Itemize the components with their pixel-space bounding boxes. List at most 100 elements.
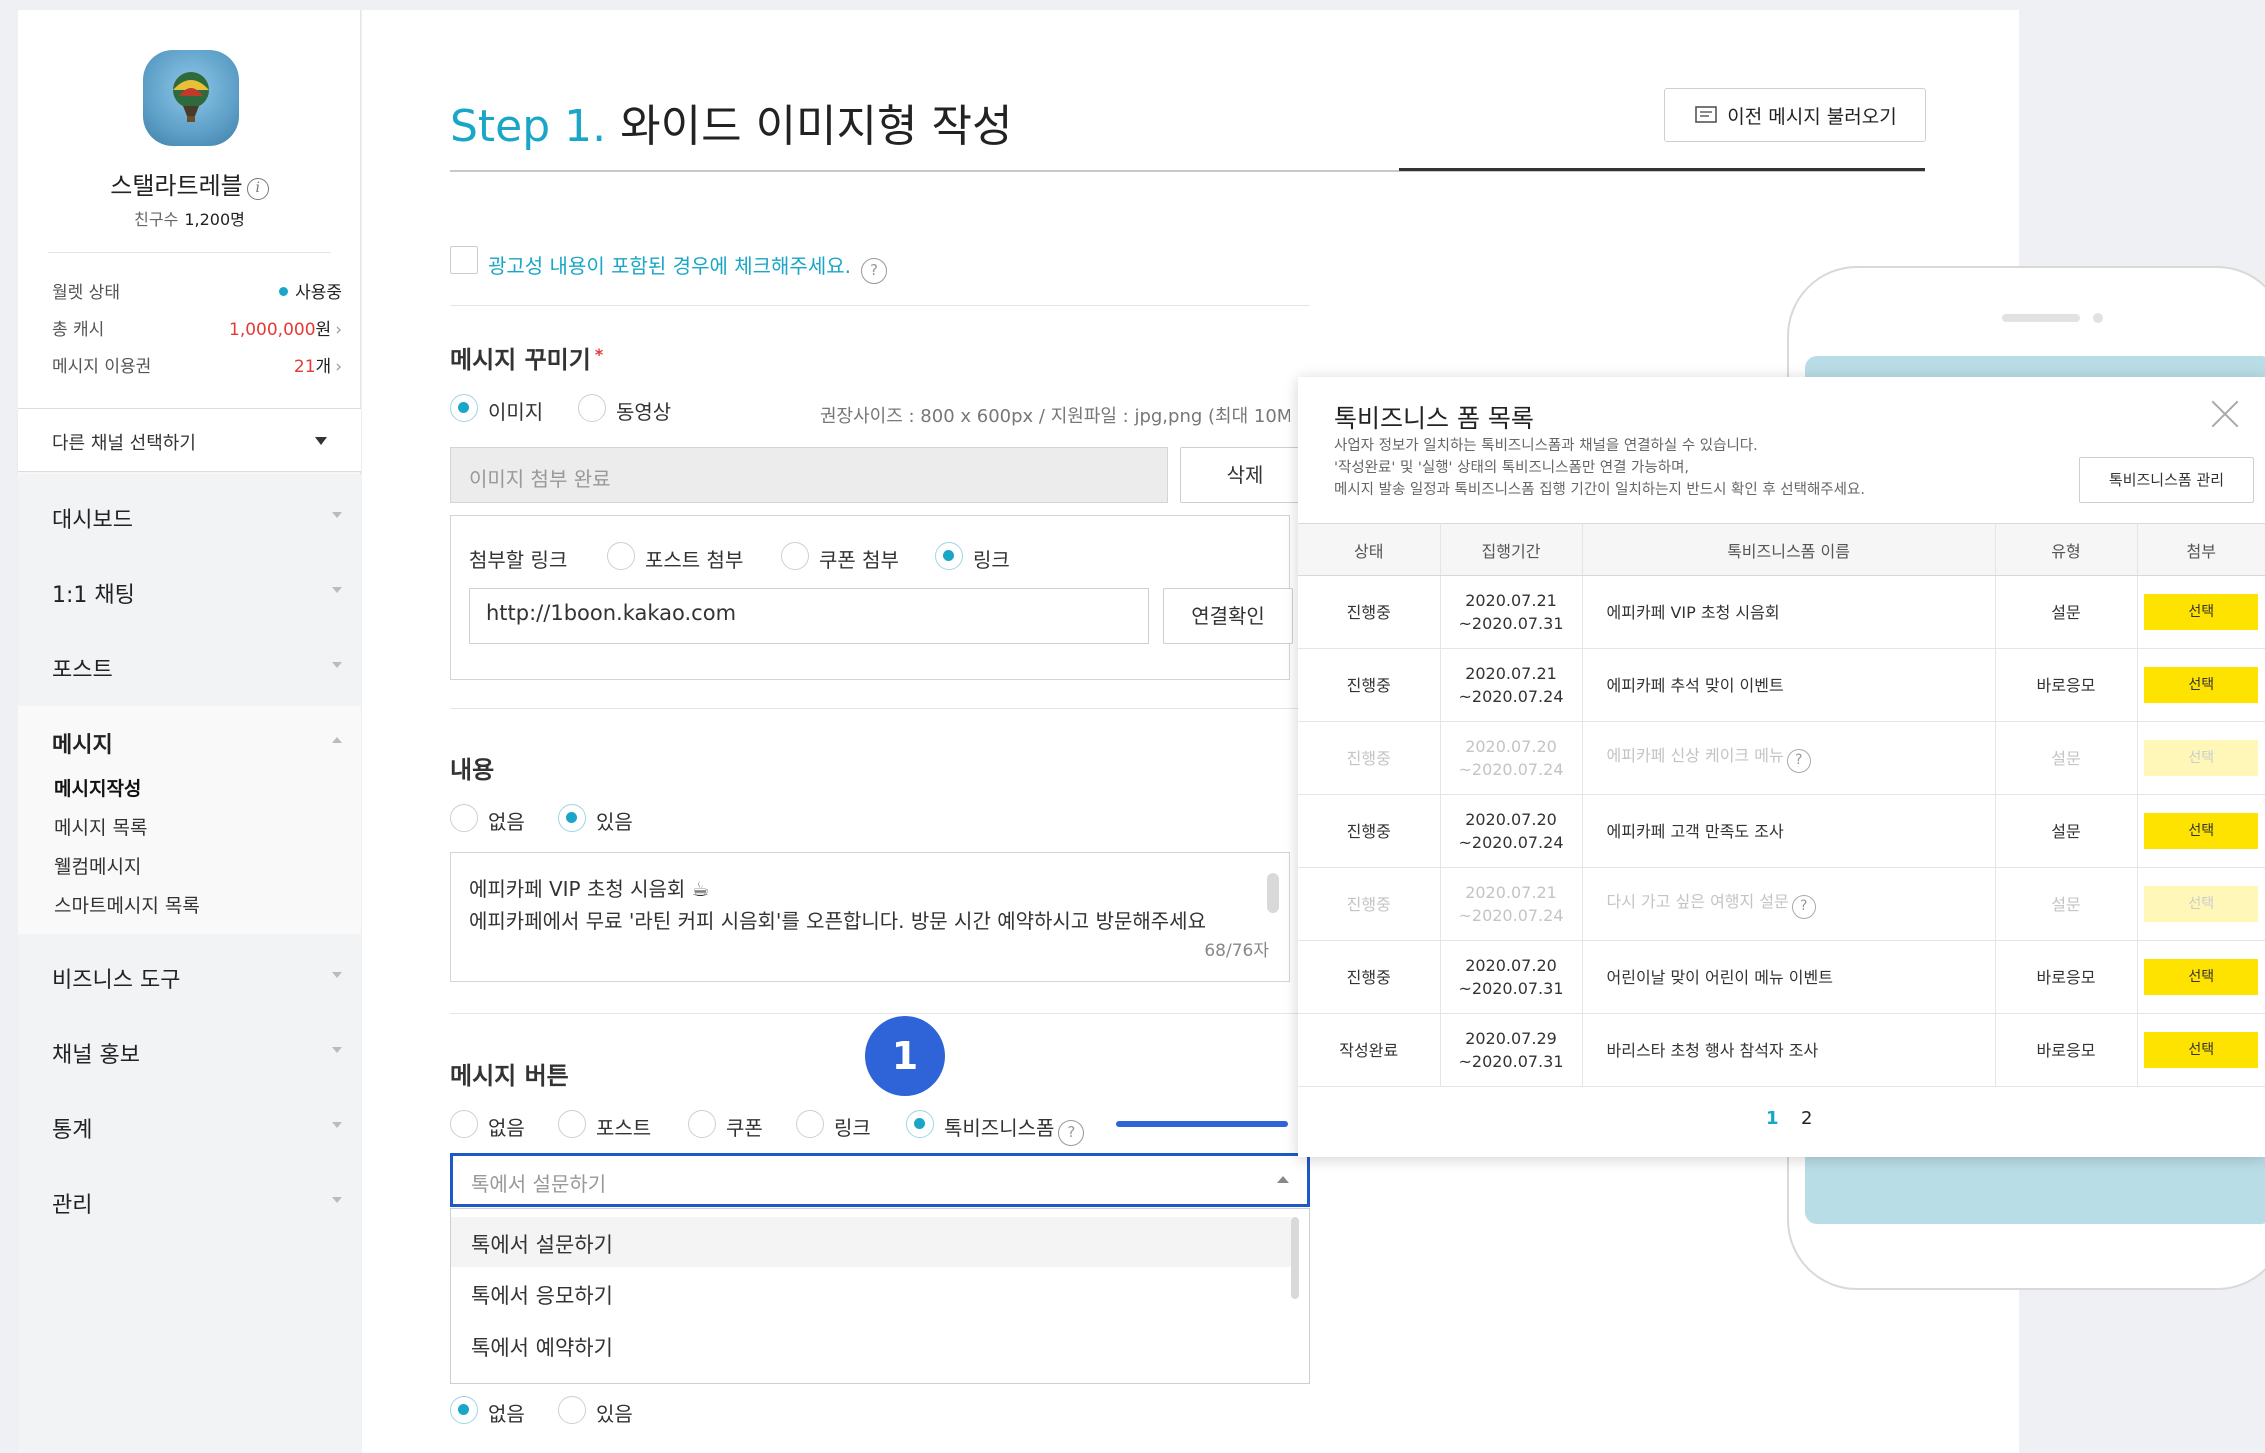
select-button[interactable]: 선택: [2144, 813, 2259, 849]
select-button[interactable]: 선택: [2144, 594, 2259, 630]
radio-button-link[interactable]: [796, 1110, 824, 1138]
info-icon[interactable]: i: [246, 178, 269, 200]
message-ticket-value[interactable]: 21개 ›: [294, 352, 342, 377]
row-type: 설문: [1995, 794, 2138, 868]
caret-up-icon: [1277, 1176, 1289, 1183]
radio-button-bizform[interactable]: [906, 1110, 934, 1138]
callout-connector-line: [1116, 1121, 1288, 1127]
page-title: Step 1. 와이드 이미지형 작성: [450, 90, 1012, 154]
nav-sub-message-list[interactable]: 메시지 목록: [54, 813, 147, 840]
phone-speaker: [2002, 314, 2080, 322]
sidebar: 스탤라트레블 i 친구수 1,200명 월렛 상태 사용중 총 캐시 1,000,0…: [18, 10, 361, 1453]
nav-business-tools[interactable]: 비즈니스 도구: [52, 962, 342, 994]
period-end: ~2020.07.24: [1458, 760, 1564, 779]
step-title-text: 와이드 이미지형 작성: [620, 101, 1013, 152]
manage-bizform-button[interactable]: 톡비즈니스폼 관리: [2079, 457, 2254, 503]
check-link-button[interactable]: 연결확인: [1163, 588, 1293, 644]
page-2-link[interactable]: 2: [1801, 1108, 1812, 1129]
modal-desc-line-3: 메시지 발송 일정과 톡비즈니스폼 집행 기간이 일치하는지 반드시 확인 후 …: [1334, 482, 1865, 498]
help-icon[interactable]: ?: [861, 258, 887, 284]
dropdown-option-reserve[interactable]: 톡에서 예약하기: [451, 1320, 1291, 1370]
select-button[interactable]: 선택: [2144, 667, 2259, 703]
row-type: 바로응모: [1995, 940, 2138, 1014]
period-end: ~2020.07.24: [1458, 906, 1564, 925]
row-status: 작성완료: [1298, 1013, 1441, 1087]
wallet-status-label: 월렛 상태: [52, 283, 120, 303]
nav-chat[interactable]: 1:1 채팅: [52, 577, 342, 609]
radio-video[interactable]: [578, 394, 606, 422]
radio-content-none[interactable]: [450, 804, 478, 832]
radio-bottom-yes[interactable]: [558, 1396, 586, 1424]
nav-manage[interactable]: 관리: [52, 1187, 342, 1219]
wallet-status-text: 사용중: [295, 283, 342, 303]
row-attach: 선택: [2137, 940, 2265, 1014]
nav-message[interactable]: 메시지: [52, 727, 342, 759]
select-button[interactable]: 선택: [2144, 1032, 2259, 1068]
bizform-action-dropdown: 톡에서 설문하기 톡에서 응모하기 톡에서 예약하기: [450, 1208, 1310, 1384]
help-icon[interactable]: ?: [1786, 748, 1811, 773]
modal-desc-line-1: 사업자 정보가 일치하는 톡비즈니스폼과 채널을 연결하실 수 있습니다.: [1334, 438, 1758, 454]
nav-sub-compose[interactable]: 메시지작성: [54, 774, 141, 801]
caret-down-icon: [332, 972, 342, 978]
load-previous-message-button[interactable]: 이전 메시지 불러오기: [1664, 88, 1926, 142]
bizform-label-text: 톡비즈니스폼: [944, 1116, 1055, 1140]
radio-button-none-label: 없음: [488, 1116, 525, 1140]
row-status: 진행중: [1298, 721, 1441, 795]
period-end: ~2020.07.24: [1458, 833, 1564, 852]
divider: [450, 708, 1310, 709]
nav-dashboard[interactable]: 대시보드: [52, 502, 342, 534]
delete-image-button[interactable]: 삭제: [1180, 447, 1310, 503]
radio-content-yes[interactable]: [558, 804, 586, 832]
radio-button-post-label: 포스트: [596, 1116, 652, 1140]
textarea-scrollbar[interactable]: [1267, 873, 1279, 913]
nav-stats[interactable]: 통계: [52, 1112, 342, 1144]
radio-button-coupon[interactable]: [688, 1110, 716, 1138]
radio-image[interactable]: [450, 394, 478, 422]
nav-post[interactable]: 포스트: [52, 652, 342, 684]
radio-coupon-attach[interactable]: [781, 542, 809, 570]
radio-video-label: 동영상: [616, 400, 672, 424]
select-button-disabled: 선택: [2144, 886, 2259, 922]
radio-post-attach[interactable]: [607, 542, 635, 570]
nav-stats-label: 통계: [52, 1118, 93, 1143]
channel-avatar[interactable]: [143, 50, 239, 146]
period-end: ~2020.07.31: [1458, 1052, 1564, 1071]
message-ticket-row[interactable]: 메시지 이용권 21개 ›: [52, 352, 342, 377]
radio-button-none[interactable]: [450, 1110, 478, 1138]
table-row-disabled: 진행중 2020.07.21 ~2020.07.24 다시 가고 싶은 여행지 설…: [1298, 867, 2265, 941]
caret-down-icon: [315, 437, 327, 445]
help-icon[interactable]: ?: [1791, 894, 1816, 919]
nav-channel-promo[interactable]: 채널 홍보: [52, 1037, 342, 1069]
dropdown-option-entry[interactable]: 톡에서 응모하기: [451, 1268, 1291, 1318]
nav-sub-welcome[interactable]: 웰컴메시지: [54, 852, 141, 879]
radio-link-attach[interactable]: [935, 542, 963, 570]
total-cash-value[interactable]: 1,000,000원 ›: [229, 315, 342, 340]
select-button[interactable]: 선택: [2144, 959, 2259, 995]
content-textarea[interactable]: 에피카페 VIP 초청 시음회 ☕ 에피카페에서 무료 '라틴 커피 시음회'를…: [450, 852, 1290, 982]
attach-link-box: 첨부할 링크 포스트 첨부 쿠폰 첨부 링크 http://1boon.kaka…: [450, 515, 1293, 680]
dropdown-scrollbar[interactable]: [1291, 1217, 1299, 1299]
channel-select-dropdown[interactable]: 다른 채널 선택하기: [18, 408, 361, 472]
period-start: 2020.07.21: [1465, 883, 1557, 902]
wallet-status-value: 사용중: [279, 278, 342, 303]
help-icon[interactable]: ?: [1058, 1120, 1085, 1146]
friends-value: 1,200명: [184, 210, 245, 229]
radio-bottom-none[interactable]: [450, 1396, 478, 1424]
total-cash-row[interactable]: 총 캐시 1,000,000원 ›: [52, 315, 342, 340]
nav-menu: 대시보드 1:1 채팅 포스트 메시지 메시지작성 메시지 목록 웰컴메시지 스…: [18, 474, 361, 1453]
close-icon[interactable]: [2210, 399, 2240, 429]
preview-footer: [1805, 1148, 2265, 1224]
radio-button-post[interactable]: [558, 1110, 586, 1138]
nav-sub-smart-list[interactable]: 스마트메시지 목록: [54, 891, 200, 918]
period-start: 2020.07.20: [1465, 737, 1557, 756]
bizform-action-select[interactable]: 톡에서 설문하기: [450, 1153, 1310, 1207]
page-1-link[interactable]: 1: [1766, 1108, 1779, 1129]
dropdown-option-survey[interactable]: 톡에서 설문하기: [451, 1217, 1291, 1267]
link-url-input[interactable]: http://1boon.kakao.com: [469, 588, 1149, 644]
column-header-status: 상태: [1298, 523, 1441, 576]
divider: [450, 1013, 1310, 1014]
caret-up-icon: [332, 737, 342, 743]
radio-bottom-yes-label: 있음: [596, 1402, 633, 1426]
column-header-type: 유형: [1995, 523, 2138, 576]
ad-content-checkbox[interactable]: [450, 246, 478, 274]
